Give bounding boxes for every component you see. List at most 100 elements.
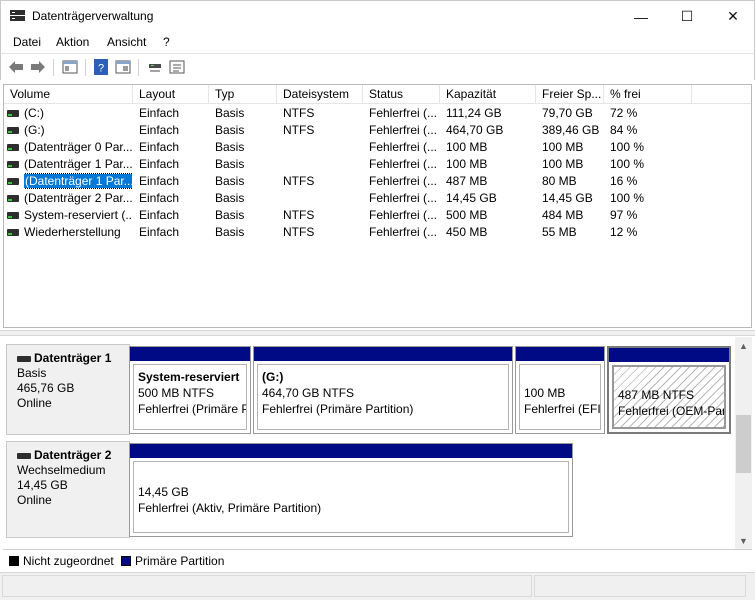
cell-fs — [283, 190, 363, 207]
cell-text: Fehlerfrei (... — [369, 123, 437, 137]
status-segment — [2, 575, 532, 597]
scroll-up-button[interactable]: ▲ — [735, 337, 752, 354]
help-button[interactable]: ? — [92, 58, 110, 76]
partition-system-reserved[interactable]: System-reserviert 500 MB NTFS Fehlerfrei… — [129, 346, 251, 434]
partition-removable[interactable]: 14,45 GB Fehlerfrei (Aktiv, Primäre Part… — [129, 443, 573, 537]
table-row[interactable]: System-reserviert (... Einfach Basis NTFS Fe… — [4, 207, 752, 224]
connect-button[interactable] — [146, 58, 164, 76]
column-header-free-space[interactable]: Freier Sp... — [536, 85, 604, 104]
cell-pct: 97 % — [610, 207, 692, 224]
scroll-down-button[interactable]: ▼ — [735, 532, 752, 549]
table-row[interactable]: (Datenträger 1 Par... Einfach Basis Fehlerf… — [4, 156, 752, 173]
cell-text: NTFS — [283, 123, 314, 137]
cell-text: 100 % — [610, 157, 644, 171]
back-arrow-icon — [8, 60, 24, 74]
cell-text: Einfach — [139, 106, 179, 120]
column-header-volume[interactable]: Volume — [4, 85, 133, 104]
cell-text: 500 MB — [446, 208, 487, 222]
cell-text: Basis — [215, 174, 244, 188]
cell-free: 100 MB — [542, 156, 604, 173]
console-tree-icon — [62, 60, 78, 74]
table-row[interactable]: (Datenträger 2 Par... Einfach Basis Fehlerf… — [4, 190, 752, 207]
drive-icon — [7, 229, 19, 236]
disk-2-label: Datenträger 2 — [34, 448, 111, 463]
table-row[interactable]: (C:) Einfach Basis NTFS Fehlerfrei (... 111,2… — [4, 105, 752, 122]
legend-item-primary: Primäre Partition — [121, 554, 224, 568]
partition-size: 487 MB NTFS — [618, 387, 724, 403]
cell-layout: Einfach — [139, 190, 209, 207]
maximize-button[interactable]: ☐ — [664, 1, 710, 32]
cell-capacity: 464,70 GB — [446, 122, 536, 139]
column-header-type[interactable]: Typ — [209, 85, 277, 104]
console-tree-button[interactable] — [61, 58, 79, 76]
partition-efi[interactable]: 100 MB Fehlerfrei (EFI- — [515, 346, 605, 434]
cell-text: 100 % — [610, 191, 644, 205]
table-row[interactable]: (Datenträger 1 Par... Einfach Basis NTFS Feh… — [4, 173, 752, 190]
column-header-filesystem[interactable]: Dateisystem — [277, 85, 363, 104]
drive-icon — [7, 195, 19, 202]
cell-status: Fehlerfrei (... — [369, 224, 440, 241]
cell-text: Basis — [215, 123, 244, 137]
disk-2-info[interactable]: Datenträger 2 Wechselmedium 14,45 GB Onl… — [6, 441, 130, 538]
cell-fs: NTFS — [283, 122, 363, 139]
pane-splitter[interactable] — [0, 330, 755, 336]
minimize-button[interactable]: — — [618, 1, 664, 32]
partition-bar — [130, 444, 572, 458]
cell-text: (C:) — [24, 106, 44, 120]
cell-text: 80 MB — [542, 174, 577, 188]
cell-free: 389,46 GB — [542, 122, 604, 139]
table-row[interactable]: (Datenträger 0 Par... Einfach Basis Fehlerf… — [4, 139, 752, 156]
cell-text: (Datenträger 2 Par... — [24, 191, 132, 205]
table-row[interactable]: Wiederherstellung Einfach Basis NTFS Fehlerf… — [4, 224, 752, 241]
cell-text: Einfach — [139, 140, 179, 154]
help-icon: ? — [93, 59, 109, 75]
menu-help[interactable]: ? — [163, 35, 170, 49]
cell-free: 484 MB — [542, 207, 604, 224]
forward-button[interactable] — [29, 58, 47, 76]
partition-oem[interactable]: 487 MB NTFS Fehlerfrei (OEM-Parti — [607, 346, 731, 434]
close-button[interactable]: ✕ — [710, 1, 755, 32]
menu-datei[interactable]: Datei — [13, 35, 41, 49]
disk-1-info[interactable]: Datenträger 1 Basis 465,76 GB Online — [6, 344, 130, 435]
disk-view-scrollbar[interactable]: ▲ ▼ — [735, 337, 752, 549]
cell-text: Einfach — [139, 225, 179, 239]
column-header-layout[interactable]: Layout — [133, 85, 209, 104]
cell-status: Fehlerfrei (... — [369, 173, 440, 190]
cell-fs: NTFS — [283, 207, 363, 224]
cell-text: 389,46 GB — [542, 123, 599, 137]
cell-status: Fehlerfrei (... — [369, 105, 440, 122]
volume-list[interactable]: Volume Layout Typ Dateisystem Status Kap… — [3, 84, 752, 328]
cell-text: 14,45 GB — [446, 191, 497, 205]
cell-text: 450 MB — [446, 225, 487, 239]
cell-text: (G:) — [24, 123, 45, 137]
disk-1-state: Online — [17, 396, 129, 411]
partition-g-drive[interactable]: (G:) 464,70 GB NTFS Fehlerfrei (Primäre … — [253, 346, 513, 434]
cell-text: Fehlerfrei (... — [369, 225, 437, 239]
cell-text: NTFS — [283, 174, 314, 188]
maximize-icon: ☐ — [681, 8, 694, 25]
cell-fs: NTFS — [283, 173, 363, 190]
menu-ansicht[interactable]: Ansicht — [107, 35, 146, 49]
column-header-status[interactable]: Status — [363, 85, 440, 104]
drive-icon — [7, 178, 19, 185]
cell-text: Basis — [215, 191, 244, 205]
cell-text: 100 MB — [542, 157, 583, 171]
column-header-capacity[interactable]: Kapazität — [440, 85, 536, 104]
menu-aktion[interactable]: Aktion — [56, 35, 89, 49]
properties-button[interactable] — [114, 58, 132, 76]
table-row[interactable]: (G:) Einfach Basis NTFS Fehlerfrei (... 464,7… — [4, 122, 752, 139]
scrollbar-thumb[interactable] — [736, 415, 751, 473]
cell-text: 97 % — [610, 208, 637, 222]
cell-capacity: 100 MB — [446, 156, 536, 173]
status-segment — [534, 575, 746, 597]
title-bar: Datenträgerverwaltung — ☐ ✕ — [0, 0, 755, 31]
chevron-down-icon: ▼ — [739, 536, 748, 546]
column-header-percent-free[interactable]: % frei — [604, 85, 692, 104]
back-button[interactable] — [7, 58, 25, 76]
cell-text: 100 MB — [446, 157, 487, 171]
toolbar-separator — [85, 59, 86, 76]
cell-text: Einfach — [139, 174, 179, 188]
list-view-button[interactable] — [168, 58, 186, 76]
cell-text: Basis — [215, 157, 244, 171]
cell-free: 80 MB — [542, 173, 604, 190]
